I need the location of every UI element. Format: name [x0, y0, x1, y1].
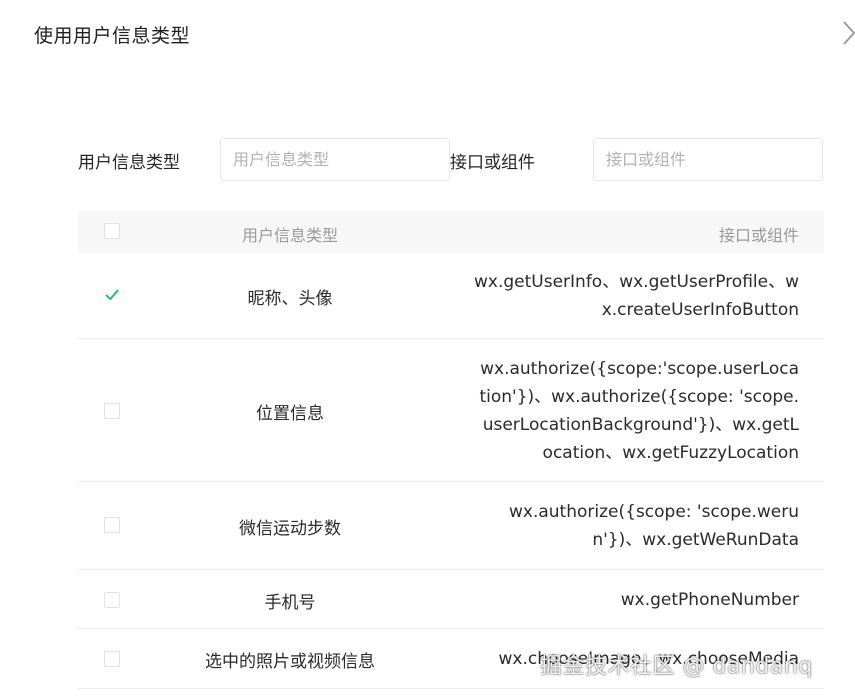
watermark: 掘金技术社区 @ dandanq	[540, 654, 813, 679]
api-filter-input[interactable]	[593, 138, 823, 181]
row-type: 微信运动步数	[239, 519, 341, 539]
row-api: wx.getUserInfo、wx.getUserProfile、wx.crea…	[474, 272, 800, 320]
table-row[interactable]: 位置信息 wx.authorize({scope:'scope.userLoca…	[78, 339, 824, 482]
type-filter-label: 用户信息类型	[78, 153, 180, 173]
row-type: 位置信息	[256, 404, 324, 424]
header-api: 接口或组件	[718, 226, 799, 245]
user-info-table: 用户信息类型 接口或组件 昵称、头像 wx.getUserInfo、wx.get…	[78, 211, 824, 689]
row-checkbox[interactable]	[104, 517, 120, 533]
checkmark-icon[interactable]	[104, 287, 120, 303]
row-type: 选中的照片或视频信息	[205, 652, 375, 672]
table-row[interactable]: 微信运动步数 wx.authorize({scope: 'scope.werun…	[78, 482, 824, 570]
chevron-right-icon[interactable]	[838, 18, 855, 48]
row-api: wx.authorize({scope:'scope.userLocation'…	[479, 359, 799, 463]
dialog: 使用用户信息类型 用户信息类型 接口或组件 用户信息类型 接口或组件 昵称、头像…	[0, 0, 855, 698]
table-row[interactable]: 手机号 wx.getPhoneNumber	[78, 570, 824, 629]
type-filter-input[interactable]	[220, 138, 450, 181]
row-type: 昵称、头像	[247, 289, 333, 309]
row-checkbox[interactable]	[104, 403, 120, 419]
row-type: 手机号	[264, 593, 316, 613]
header-type: 用户信息类型	[241, 226, 338, 245]
row-checkbox[interactable]	[104, 651, 120, 667]
row-checkbox[interactable]	[104, 592, 120, 608]
row-api: wx.authorize({scope: 'scope.werun'})、wx.…	[509, 502, 799, 550]
table-row[interactable]: 昵称、头像 wx.getUserInfo、wx.getUserProfile、w…	[78, 253, 824, 339]
select-all-checkbox[interactable]	[104, 223, 120, 239]
row-api: wx.getPhoneNumber	[620, 590, 799, 610]
dialog-title: 使用用户信息类型	[34, 25, 191, 47]
api-filter-label: 接口或组件	[450, 153, 535, 173]
table-header: 用户信息类型 接口或组件	[78, 211, 824, 253]
